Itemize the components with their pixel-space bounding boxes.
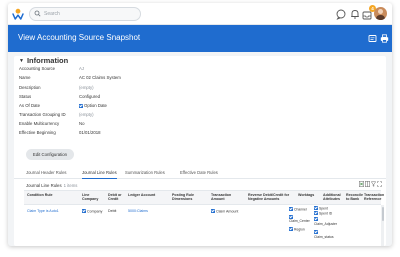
inbox-button[interactable]: 4 xyxy=(361,5,376,20)
information-heading: Information xyxy=(26,56,69,65)
tab-bar: Journal Header Rules Journal Line Rules … xyxy=(14,169,386,179)
excel-icon[interactable] xyxy=(359,181,364,187)
field-value: 01/01/2018 xyxy=(79,130,101,135)
field-label: As Of Date xyxy=(19,103,41,108)
column-header[interactable]: Reverse Debit/Credit for Negative Amount… xyxy=(248,193,292,202)
tab-effective-date-rules[interactable]: Effective Date Rules xyxy=(180,170,218,179)
column-header[interactable]: Debit or Credit xyxy=(108,193,122,202)
search-placeholder: Search xyxy=(44,11,60,17)
avatar-head xyxy=(378,9,383,14)
line-company-value: Company xyxy=(87,209,103,214)
debit-or-credit-cell: Debit xyxy=(108,209,117,213)
tab-journal-line-rules[interactable]: Journal Line Rules xyxy=(82,170,117,179)
attribute-item: Spent ID xyxy=(314,211,332,216)
attribute-value: Spent ID xyxy=(319,211,333,216)
field-label: Description xyxy=(19,85,41,90)
field-label: Transaction Grouping ID xyxy=(19,112,66,117)
content-card: ▼ Information Accounting Source AJ Name A… xyxy=(14,56,386,246)
app-window: Search 4 View Accounting Source Snapshot xyxy=(8,3,392,246)
field-value: Configured xyxy=(79,94,101,99)
grid-scrollbar[interactable] xyxy=(381,205,384,246)
avatar-body xyxy=(376,15,385,20)
field-status: Status Configured xyxy=(19,93,219,101)
scrollbar-thumb[interactable] xyxy=(381,207,384,221)
chat-icon[interactable] xyxy=(335,8,347,20)
field-accounting-source: Accounting Source AJ xyxy=(19,65,219,73)
field-value: AC 02 Claims System xyxy=(79,75,121,80)
field-label: Effective Beginning xyxy=(19,130,56,135)
checkbox-checked-icon xyxy=(289,227,293,231)
column-header[interactable]: Transaction Amount xyxy=(211,193,241,202)
field-name: Name AC 02 Claims System xyxy=(19,74,219,82)
column-header[interactable]: Worktags xyxy=(298,193,320,197)
field-value: AJ xyxy=(79,66,85,71)
search-icon xyxy=(34,10,41,17)
print-icon[interactable] xyxy=(380,34,389,43)
fullscreen-icon[interactable] xyxy=(377,181,382,187)
edit-configuration-button[interactable]: Edit Configuration xyxy=(26,149,74,160)
bell-icon[interactable] xyxy=(349,8,361,20)
top-navigation-bar: Search 4 xyxy=(8,3,392,25)
field-description: Description (empty) xyxy=(19,84,219,92)
tab-journal-header-rules[interactable]: Journal Header Rules xyxy=(26,170,67,179)
checkbox-checked-icon xyxy=(82,209,86,213)
column-header[interactable]: Transaction Reference xyxy=(364,193,384,202)
worktag-item: Channel xyxy=(289,207,307,212)
tab-summarization-rules[interactable]: Summarization Rules xyxy=(125,170,165,179)
field-value: Option Date xyxy=(84,103,107,108)
column-header[interactable]: Reconcile to Bank xyxy=(346,193,364,202)
worktag-value: Channel xyxy=(294,207,307,212)
transaction-amount-cell: Claim Amount xyxy=(211,209,238,214)
field-label: Accounting Source xyxy=(19,66,56,71)
worktag-value: Claim_Center xyxy=(289,219,310,223)
attribute-value: Claim_status xyxy=(314,235,334,239)
field-value-check: Option Date xyxy=(79,102,107,110)
columns-icon[interactable] xyxy=(365,181,370,187)
column-header[interactable]: Additional Attributes xyxy=(323,193,343,202)
field-effective-beginning: Effective Beginning 01/01/2018 xyxy=(19,129,219,137)
page-header: View Accounting Source Snapshot xyxy=(8,25,392,52)
checkbox-checked-icon xyxy=(314,230,318,234)
grid-item-count: 1 items xyxy=(63,183,78,188)
avatar[interactable] xyxy=(374,7,387,20)
field-value: (empty) xyxy=(79,85,94,90)
grid-title-text: Journal Line Rules xyxy=(26,183,62,188)
column-header[interactable]: Posting Rule Dimensions xyxy=(172,193,204,202)
attribute-value: Spent xyxy=(319,206,328,211)
field-label: Status xyxy=(19,94,32,99)
grid-toolbar xyxy=(359,181,383,188)
page-title: View Accounting Source Snapshot xyxy=(18,33,141,42)
checkbox-checked-icon xyxy=(289,207,293,211)
line-company-cell: Company xyxy=(82,209,102,214)
workday-logo-icon[interactable] xyxy=(12,8,24,20)
checkbox-checked-icon xyxy=(314,217,318,221)
collapse-caret-icon[interactable]: ▼ xyxy=(19,58,24,64)
worktag-item: Region xyxy=(289,227,305,232)
attribute-value: Claim_Adjuster xyxy=(314,222,337,226)
filter-icon[interactable] xyxy=(371,181,376,187)
field-value: (empty) xyxy=(79,112,94,117)
search-input[interactable]: Search xyxy=(29,7,141,21)
grid-header-row: Condition Rule Line Company Debit or Cre… xyxy=(24,190,384,205)
field-as-of-date: As Of Date Option Date xyxy=(19,102,219,110)
column-header[interactable]: Condition Rule xyxy=(27,193,63,197)
field-transaction-grouping-id: Transaction Grouping ID (empty) xyxy=(19,111,219,119)
column-header[interactable]: Ledger Account xyxy=(128,193,162,197)
table-row: Claim Type is Auto1 Company Debit 5000:C… xyxy=(24,205,381,246)
checkbox-checked-icon xyxy=(79,103,83,108)
field-value: No xyxy=(79,121,85,126)
field-enable-multicurrency: Enable Multicurrency No xyxy=(19,120,219,128)
field-label: Name xyxy=(19,75,31,80)
grid-title: Journal Line Rules 1 items xyxy=(26,183,77,188)
ledger-account-link[interactable]: 5000:Claims xyxy=(128,209,148,214)
transaction-amount-value: Claim Amount xyxy=(216,209,239,214)
checkbox-checked-icon xyxy=(211,209,215,213)
checkbox-checked-icon xyxy=(314,211,318,215)
field-label: Enable Multicurrency xyxy=(19,121,60,126)
worktag-value: Region xyxy=(294,227,305,232)
column-header[interactable]: Line Company xyxy=(82,193,104,202)
export-icon[interactable] xyxy=(368,34,377,43)
information-section-title[interactable]: ▼ Information xyxy=(19,56,68,65)
condition-rule-link[interactable]: Claim Type is Auto1 xyxy=(27,209,59,214)
